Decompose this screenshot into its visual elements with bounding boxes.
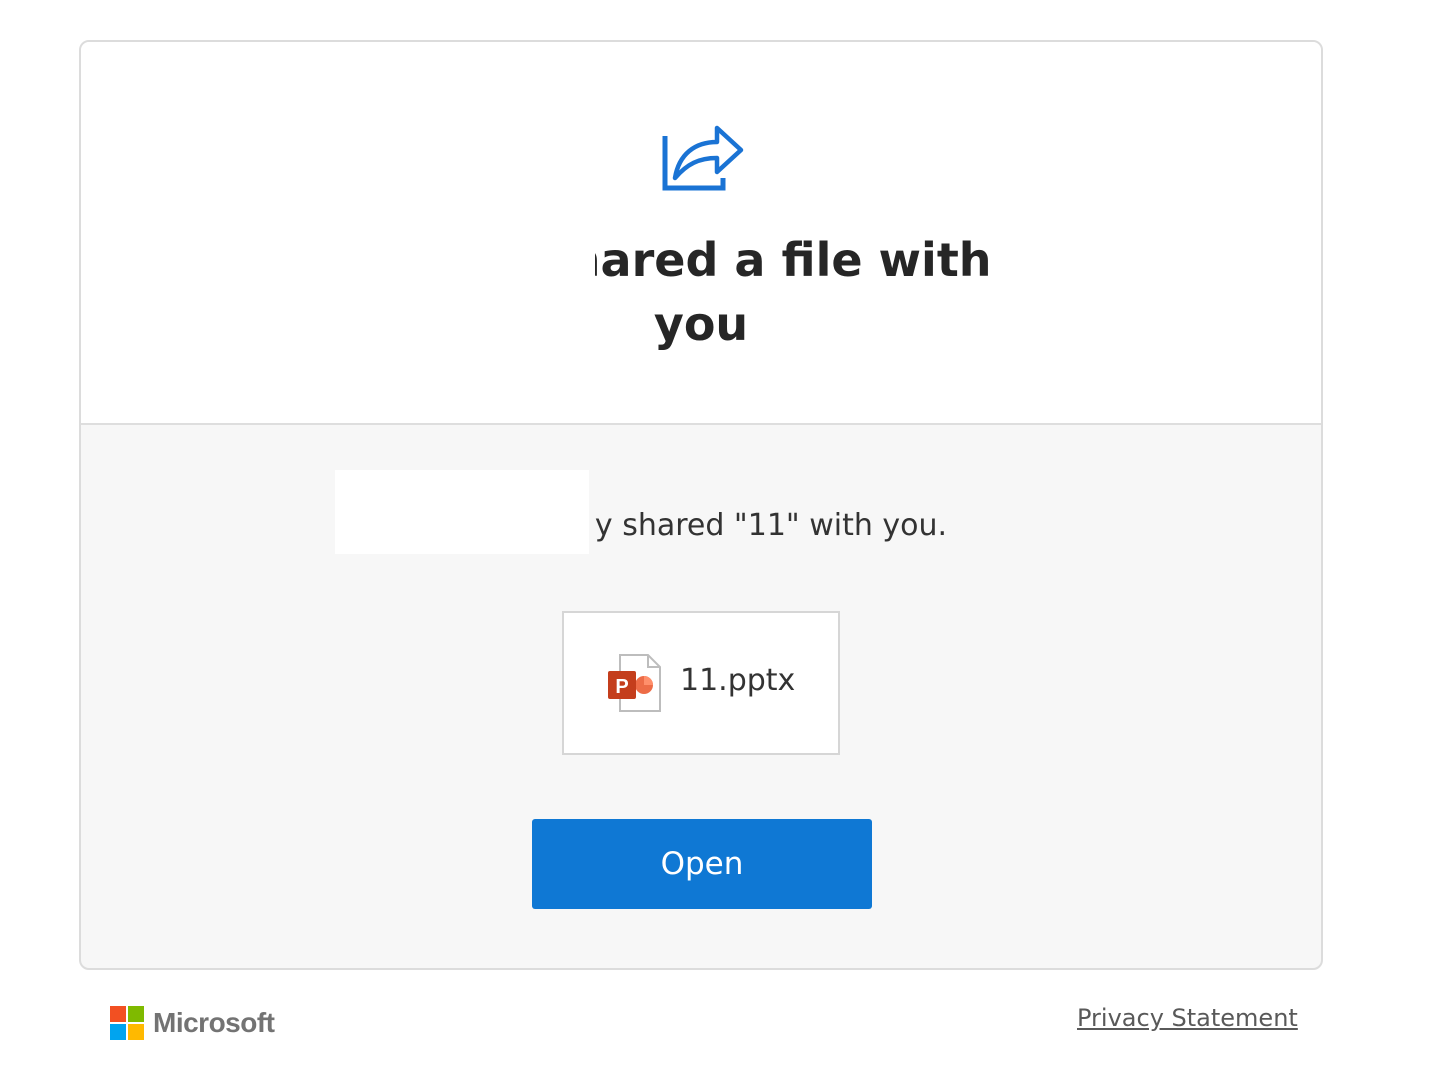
svg-text:P: P bbox=[615, 676, 628, 698]
share-heading: y shared a file with you bbox=[81, 228, 1321, 356]
redacted-sender-name-body bbox=[335, 470, 589, 554]
microsoft-logo: Microsoft bbox=[110, 1005, 275, 1041]
file-name: 11.pptx bbox=[680, 663, 796, 698]
heading-line-1: y shared a file with bbox=[494, 233, 992, 287]
file-tile[interactable]: P 11.pptx bbox=[562, 611, 840, 755]
card-header: y shared a file with you bbox=[81, 42, 1321, 425]
microsoft-wordmark: Microsoft bbox=[153, 1007, 275, 1038]
share-arrow-icon bbox=[662, 125, 744, 191]
heading-line-2: you bbox=[653, 297, 749, 351]
privacy-statement-link[interactable]: Privacy Statement bbox=[1077, 1004, 1298, 1032]
microsoft-squares-icon bbox=[110, 1006, 144, 1040]
share-notification-card: y shared a file with you y shared "11" w… bbox=[79, 40, 1323, 970]
open-button[interactable]: Open bbox=[532, 819, 872, 909]
share-message: y shared "11" with you. bbox=[81, 508, 1321, 543]
powerpoint-file-icon: P bbox=[608, 654, 661, 712]
redacted-sender-name bbox=[333, 234, 595, 292]
